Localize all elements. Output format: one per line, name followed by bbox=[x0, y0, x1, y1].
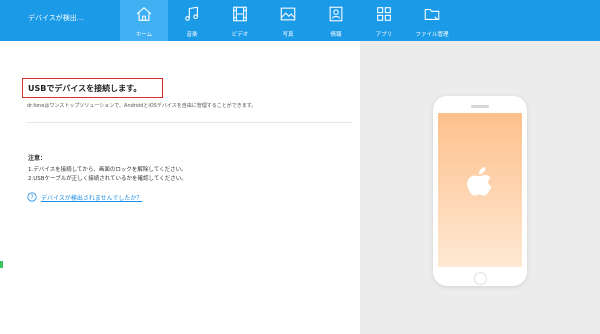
connect-heading: USBでデバイスを接続します。 bbox=[28, 84, 142, 93]
help-link-text[interactable]: デバイスが検出されませんでしたか？ bbox=[41, 193, 142, 202]
phone-screen bbox=[438, 113, 522, 267]
tab-music-label: 音楽 bbox=[186, 32, 198, 38]
tab-contacts-label: 情報 bbox=[330, 32, 342, 38]
tab-photos[interactable]: 写真 bbox=[264, 0, 312, 41]
home-icon bbox=[136, 6, 152, 21]
tab-apps-label: アプリ bbox=[375, 32, 393, 38]
tab-file-manager-label: ファイル管理 bbox=[415, 32, 449, 38]
status-indicator bbox=[0, 261, 3, 268]
contacts-icon bbox=[329, 6, 343, 22]
divider bbox=[26, 122, 352, 123]
tab-file-manager[interactable]: ファイル管理 bbox=[408, 0, 456, 41]
svg-text:?: ? bbox=[30, 195, 33, 201]
phone-home-button bbox=[474, 272, 487, 285]
notes-title: 注意： bbox=[28, 155, 47, 162]
tab-music[interactable]: 音楽 bbox=[168, 0, 216, 41]
phone-illustration bbox=[433, 96, 527, 286]
phone-speaker bbox=[471, 105, 489, 108]
tab-contacts[interactable]: 情報 bbox=[312, 0, 360, 41]
tab-home-label: ホーム bbox=[135, 32, 153, 38]
tab-photos-label: 写真 bbox=[282, 32, 294, 38]
note-line-1: 1.デバイスを接続してから、画面のロックを解除してください。 bbox=[28, 167, 187, 173]
main-tabs: ホーム 音楽 ビデオ 写真 情報 アプリ ファイル管理 bbox=[120, 0, 456, 41]
photo-icon bbox=[280, 7, 296, 21]
tab-apps[interactable]: アプリ bbox=[360, 0, 408, 41]
tab-home[interactable]: ホーム bbox=[120, 0, 168, 41]
tab-video[interactable]: ビデオ bbox=[216, 0, 264, 41]
device-panel bbox=[360, 41, 600, 334]
device-not-detected-link[interactable]: ? デバイスが検出されませんでしたか？ bbox=[27, 192, 142, 202]
note-line-2: 2.USBケーブルが正しく接続されているかを確認してください。 bbox=[28, 176, 187, 182]
tab-video-label: ビデオ bbox=[231, 32, 249, 38]
folder-icon bbox=[424, 8, 440, 20]
video-icon bbox=[233, 6, 247, 22]
device-status-label[interactable]: デバイスが検出... bbox=[28, 13, 83, 23]
app-description: dr.foneはワンストップソリューションで、AndroidとiOSデバイスを自… bbox=[27, 103, 257, 109]
help-icon: ? bbox=[27, 192, 37, 202]
music-icon bbox=[185, 6, 198, 21]
top-toolbar: デバイスが検出... ホーム 音楽 ビデオ 写真 情報 アプリ ファイル管理 bbox=[0, 0, 600, 41]
apps-icon bbox=[377, 7, 391, 21]
apple-logo-icon bbox=[467, 167, 492, 196]
